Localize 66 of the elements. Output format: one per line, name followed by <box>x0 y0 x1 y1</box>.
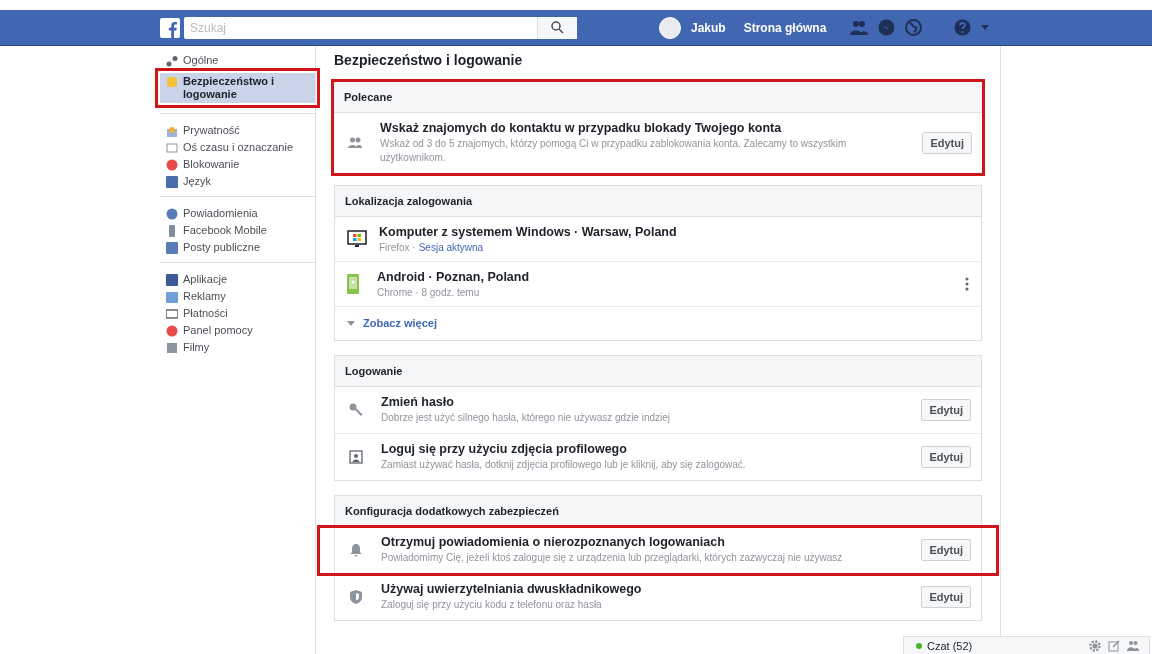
search-button[interactable] <box>537 16 577 39</box>
page-title: Bezpieczeństwo i logowanie <box>334 52 524 68</box>
edit-button[interactable]: Edytuj <box>921 586 971 608</box>
more-options-icon[interactable] <box>965 277 969 291</box>
setting-title: Otrzymuj powiadomienia o nierozpoznanych logowaniach <box>381 535 726 550</box>
sidebar-item[interactable]: Blokowanie <box>160 156 315 173</box>
compose-icon[interactable] <box>1108 639 1120 652</box>
avatar[interactable] <box>659 16 681 39</box>
timeline-icon <box>166 142 178 154</box>
section-title: Logowanie <box>345 365 403 377</box>
section-title: Polecane <box>344 91 393 103</box>
caret-icon <box>347 320 355 326</box>
friends-icon[interactable] <box>850 19 869 36</box>
sidebar-item[interactable]: Prywatność <box>160 122 315 139</box>
setting-title: Wskaż znajomych do kontaktu w przypadku blokady Twojego konta <box>380 121 783 136</box>
setting-title: Zmień hasło <box>381 395 455 410</box>
sidebar-item[interactable]: Powiadomienia <box>160 205 315 222</box>
setting-description: Zamiast używać hasła, dotknij zdjęcia profilowego lub je kliknij, aby się zalogować. <box>381 458 747 472</box>
sidebar-item[interactable]: Język <box>160 173 315 190</box>
session-meta: Chrome · 8 godz. temu <box>377 287 480 298</box>
portrait-icon <box>349 450 363 464</box>
monitor-icon <box>347 230 367 248</box>
edit-button[interactable]: Edytuj <box>921 539 971 561</box>
chat-bar[interactable]: Czat (52) <box>903 636 1150 654</box>
see-more-link[interactable]: Zobacz więcej <box>363 317 437 329</box>
sidebar-item[interactable]: Filmy <box>160 339 315 356</box>
card-icon <box>166 308 178 320</box>
key-icon <box>349 403 363 417</box>
square-icon <box>166 76 178 88</box>
shield-icon <box>349 590 363 604</box>
bell-icon <box>349 543 363 557</box>
setting-description: Wskaż od 3 do 5 znajomych, którzy pomogą Ci w przypadku zablokowania konta. Zalecamy to wszystkim użytkownikom. <box>380 137 848 165</box>
setting-title: Używaj uwierzytelniania dwuskładnikowego <box>381 582 643 597</box>
setting-description: Dobrze jest użyć silnego hasła, którego nie używasz gdzie indziej <box>381 411 672 425</box>
search-icon[interactable] <box>551 21 564 34</box>
session-title: Android · Poznan, Poland <box>377 270 531 285</box>
session-status-link[interactable]: Sesja aktywna <box>418 242 484 253</box>
edit-button[interactable]: Edytuj <box>921 399 971 421</box>
facebook-logo[interactable] <box>160 17 180 38</box>
sidebar-item[interactable]: Płatności <box>160 305 315 322</box>
help-icon[interactable] <box>954 19 972 36</box>
caret-icon[interactable] <box>981 25 990 30</box>
messenger-icon[interactable] <box>878 19 896 36</box>
settings-icon[interactable] <box>1089 639 1101 652</box>
setting-description: Zaloguj się przy użyciu kodu z telefonu oraz hasła <box>381 598 603 612</box>
edit-button[interactable]: Edytuj <box>922 132 972 154</box>
section-title: Lokalizacja zalogowania <box>345 195 473 207</box>
sidebar-item[interactable]: Aplikacje <box>160 271 315 288</box>
session-meta: Firefox · <box>379 242 416 253</box>
chat-label[interactable]: Czat (52) <box>927 639 1082 652</box>
session-title: Komputer z systemem Windows · Warsaw, Poland <box>379 225 678 240</box>
sidebar-item[interactable]: Reklamy <box>160 288 315 305</box>
sidebar-item[interactable]: Oś czasu i oznaczanie <box>160 139 315 156</box>
profile-link[interactable]: Jakub <box>691 20 726 35</box>
setting-description: Powiadomimy Cię, jeżeli ktoś zaloguje się z urządzenia lub przeglądarki, których zazwyczaj nie używasz <box>381 551 844 565</box>
setting-title: Loguj się przy użyciu zdjęcia profilowego <box>381 442 628 457</box>
search-field[interactable]: Szukaj <box>184 16 537 39</box>
sidebar-item[interactable]: Posty publiczne <box>160 239 315 256</box>
sidebar-item[interactable]: Panel pomocy <box>160 322 315 339</box>
section-title: Konfiguracja dodatkowych zabezpieczeń <box>345 505 559 517</box>
people-icon[interactable] <box>1127 639 1139 652</box>
people-icon <box>348 136 362 150</box>
edit-button[interactable]: Edytuj <box>921 446 971 468</box>
home-link[interactable]: Strona główna <box>743 20 827 35</box>
sidebar-item[interactable]: Ogólne <box>160 52 315 69</box>
sidebar-item[interactable]: Facebook Mobile <box>160 222 315 239</box>
